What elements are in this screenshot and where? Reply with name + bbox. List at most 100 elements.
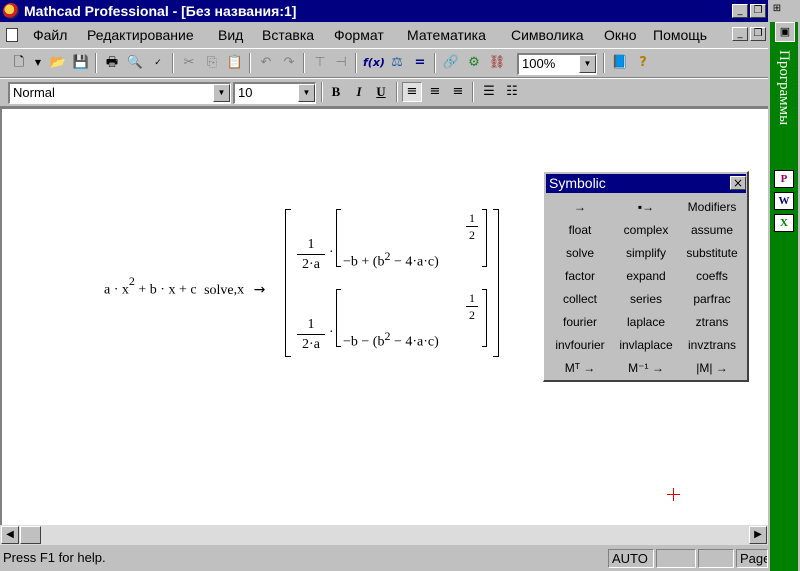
invlaplace-button[interactable]: invlaplace (613, 334, 679, 356)
invztrans-button[interactable]: invztrans (679, 334, 745, 356)
spell-check-icon[interactable]: ✓ (148, 53, 168, 73)
save-icon[interactable]: 💾 (71, 53, 91, 73)
open-icon[interactable]: 📂 (48, 53, 68, 73)
menu-symbolics[interactable]: Символика (511, 27, 584, 43)
palette-title[interactable]: Symbolic (546, 174, 746, 193)
style-select[interactable]: Normal ▼ (8, 82, 231, 104)
menu-file[interactable]: Файл (33, 27, 67, 43)
assume-button[interactable]: assume (679, 219, 745, 241)
solve-variable: x (237, 282, 245, 298)
horizontal-scrollbar[interactable]: ◀ ▶ (0, 525, 768, 545)
solve-keyword: solve (204, 282, 234, 298)
restore-button[interactable]: ❐ (750, 4, 766, 18)
var-x: x (168, 282, 176, 298)
solve-expression[interactable]: a · x2 + b · x + c solve,x → (104, 274, 265, 299)
programs-label[interactable]: Программы (775, 50, 793, 160)
doc-restore-button[interactable]: ❐ (750, 27, 766, 41)
print-icon[interactable]: 🖶 (102, 53, 122, 73)
complex-button[interactable]: complex (613, 219, 679, 241)
vector-bracket-right (493, 209, 499, 357)
copy-icon[interactable]: ⎘ (202, 53, 222, 73)
new-dropdown-icon[interactable]: ▼ (28, 53, 48, 73)
toolbar-separator (472, 82, 474, 102)
office-logo-icon[interactable]: ⊞ (770, 2, 784, 16)
menu-edit[interactable]: Редактирование (87, 27, 194, 43)
solution-1[interactable]: 1 2·a · −b + (b2 − 4·a·c) 1 2 (296, 209, 491, 279)
insert-component-icon[interactable]: ⚙ (464, 53, 484, 73)
zoom-select[interactable]: 100% ▼ (517, 53, 597, 75)
bullets-icon[interactable]: ☰ (479, 82, 499, 102)
scroll-left-icon[interactable]: ◀ (1, 526, 19, 544)
factor-button[interactable]: factor (547, 265, 613, 287)
modifiers-button[interactable]: Modifiers (679, 196, 745, 218)
align-across-icon[interactable]: ⊤ (310, 53, 330, 73)
ztrans-button[interactable]: ztrans (679, 311, 745, 333)
align-right-icon[interactable]: ≡ (448, 82, 468, 102)
inverse-button[interactable]: M⁻¹ → (613, 357, 679, 379)
document-icon[interactable] (6, 28, 18, 42)
chevron-down-icon[interactable]: ▼ (298, 84, 315, 102)
series-button[interactable]: series (613, 288, 679, 310)
menu-bar: Файл Редактирование Вид Вставка Формат М… (0, 22, 768, 48)
doc-minimize-button[interactable]: _ (732, 27, 748, 41)
redo-icon[interactable]: ↷ (279, 53, 299, 73)
minimize-button[interactable]: _ (732, 4, 748, 18)
invfourier-button[interactable]: invfourier (547, 334, 613, 356)
cut-icon[interactable]: ✂ (179, 53, 199, 73)
insert-unit-icon[interactable]: ⚖ (387, 53, 407, 73)
menu-window[interactable]: Окно (604, 27, 637, 43)
collect-button[interactable]: collect (547, 288, 613, 310)
scroll-right-icon[interactable]: ▶ (749, 526, 767, 544)
align-center-icon[interactable]: ≡ (425, 82, 445, 102)
mathcad-app-icon[interactable] (3, 3, 19, 19)
palette-close-button[interactable]: × (730, 176, 746, 190)
arrow-button[interactable]: → (547, 196, 613, 218)
insert-function-icon[interactable]: f(x) (363, 53, 385, 73)
menu-math[interactable]: Математика (407, 27, 486, 43)
word-icon[interactable]: W (774, 192, 794, 210)
calculate-icon[interactable]: = (410, 53, 430, 73)
numbering-icon[interactable]: ☷ (502, 82, 522, 102)
transpose-button[interactable]: Mᵀ → (547, 357, 613, 379)
help-icon[interactable]: ? (633, 53, 653, 73)
substitute-button[interactable]: substitute (679, 242, 745, 264)
fourier-button[interactable]: fourier (547, 311, 613, 333)
italic-button[interactable]: I (349, 82, 369, 102)
parfrac-button[interactable]: parfrac (679, 288, 745, 310)
toolbar-separator (249, 53, 251, 73)
simplify-button[interactable]: simplify (613, 242, 679, 264)
float-button[interactable]: float (547, 219, 613, 241)
font-size-select[interactable]: 10 ▼ (233, 82, 316, 104)
toolbar-separator (434, 53, 436, 73)
undo-icon[interactable]: ↶ (256, 53, 276, 73)
coeffs-button[interactable]: coeffs (679, 265, 745, 287)
excel-icon[interactable]: X (774, 214, 794, 232)
determinant-button[interactable]: |M| → (679, 357, 745, 379)
run-mathconnex-icon[interactable]: ⛓ (487, 53, 507, 73)
solution-2[interactable]: 1 2·a · −b − (b2 − 4·a·c) 1 2 (296, 287, 491, 357)
paste-icon[interactable]: 📋 (225, 53, 245, 73)
underline-button[interactable]: U (371, 82, 391, 102)
print-preview-icon[interactable]: 🔍 (125, 53, 145, 73)
insert-hyperlink-icon[interactable]: 🔗 (441, 53, 461, 73)
bold-button[interactable]: B (326, 82, 346, 102)
menu-insert[interactable]: Вставка (262, 27, 314, 43)
align-left-icon[interactable]: ≡ (402, 82, 422, 102)
keyword-arrow-button[interactable]: ▪→ (613, 196, 679, 218)
align-down-icon[interactable]: ⊣ (331, 53, 351, 73)
solve-button[interactable]: solve (547, 242, 613, 264)
menu-view[interactable]: Вид (218, 27, 243, 43)
powerpoint-icon[interactable]: P (774, 170, 794, 188)
scroll-thumb[interactable] (20, 526, 41, 544)
power-denominator: 2 (469, 228, 475, 242)
laplace-button[interactable]: laplace (613, 311, 679, 333)
programs-folder-icon[interactable]: ▣ (775, 22, 795, 42)
menu-help[interactable]: Помощь (653, 27, 707, 43)
chevron-down-icon[interactable]: ▼ (579, 55, 596, 73)
chevron-down-icon[interactable]: ▼ (213, 84, 230, 102)
status-bar: Press F1 for help. AUTO Page (0, 546, 768, 571)
resource-center-icon[interactable]: 📘 (610, 53, 630, 73)
expand-button[interactable]: expand (613, 265, 679, 287)
new-icon[interactable]: 🗋 (9, 53, 29, 73)
menu-format[interactable]: Формат (334, 27, 384, 43)
